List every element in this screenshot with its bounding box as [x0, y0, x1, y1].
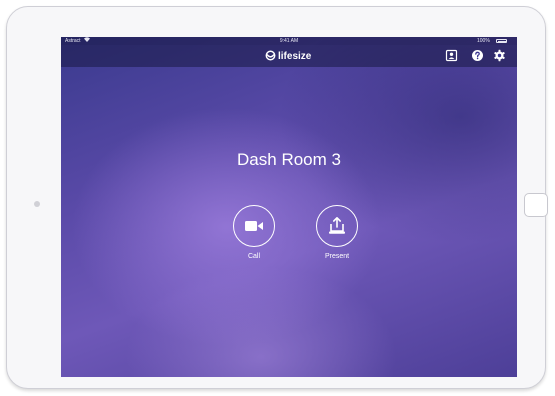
battery-icon — [496, 39, 507, 43]
help-icon[interactable] — [471, 49, 484, 62]
status-bar: Astract 9:41 AM 100% — [61, 37, 517, 45]
lifesize-logo-icon — [265, 50, 276, 61]
status-time: 9:41 AM — [279, 38, 299, 44]
room-name: Dash Room 3 — [237, 150, 341, 169]
logo-text: lifesize — [278, 51, 312, 62]
video-camera-icon — [245, 221, 263, 231]
front-camera — [34, 201, 40, 207]
tablet-frame: Astract 9:41 AM 100% lifesize Dash Room … — [6, 6, 548, 389]
battery-percent: 100% — [477, 38, 490, 44]
home-button[interactable] — [524, 193, 548, 217]
contacts-icon[interactable] — [445, 49, 458, 62]
call-circle[interactable] — [233, 205, 275, 247]
share-screen-icon — [329, 217, 345, 234]
app-screen: Astract 9:41 AM 100% lifesize Dash Room … — [61, 37, 517, 377]
settings-icon[interactable] — [493, 49, 506, 62]
lifesize-logo: lifesize — [265, 50, 311, 62]
call-button[interactable]: Call — [226, 205, 282, 261]
present-label: Present — [324, 253, 350, 260]
nav-bar: lifesize — [61, 45, 517, 67]
present-circle[interactable] — [316, 205, 358, 247]
call-label: Call — [247, 253, 261, 260]
present-button[interactable]: Present — [309, 205, 365, 261]
